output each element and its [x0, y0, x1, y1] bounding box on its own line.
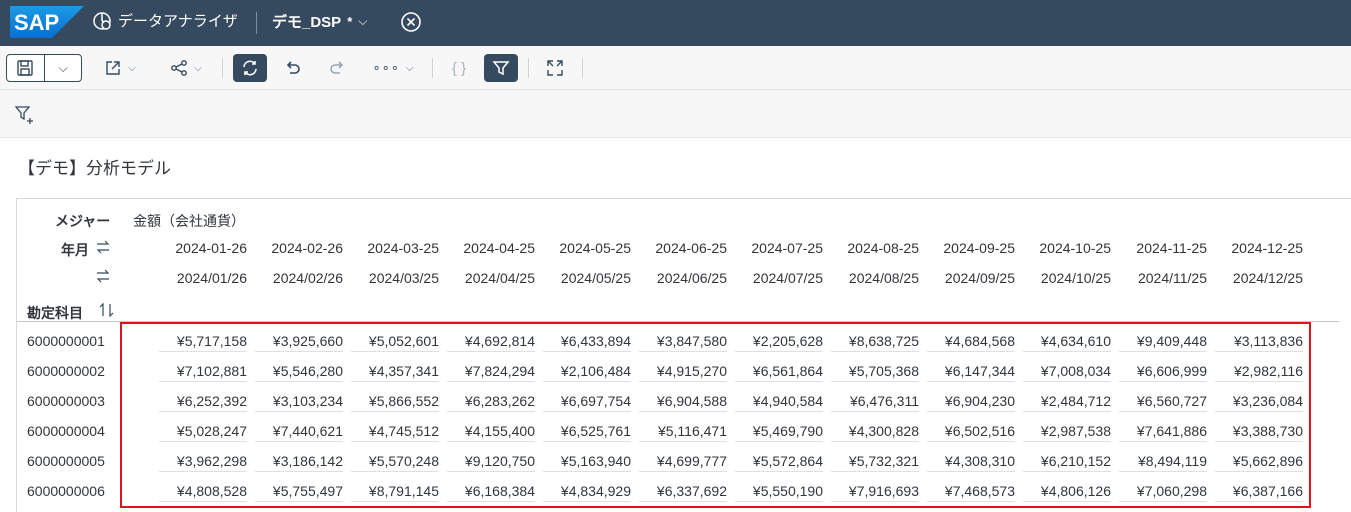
refresh-button[interactable] — [233, 54, 267, 82]
refresh-icon — [243, 60, 257, 76]
sap-logo-text: SAP — [14, 10, 59, 35]
shell-bar: SAP データアナライザ デモ_DSP * ⌵ — [0, 0, 1351, 46]
document-title-menu[interactable]: デモ_DSP * ⌵ — [272, 11, 367, 32]
chevron-down-icon: ⌵ — [194, 62, 202, 74]
row-account-label[interactable]: 6000000006 — [27, 483, 105, 499]
column-header-date[interactable]: 2024-09-25 — [919, 240, 1015, 256]
toolbar: ⌵ ⌵ ⌵ ∘∘∘ ⌵ { } — [0, 46, 1351, 90]
column-header-date-alt[interactable]: 2024/10/25 — [1015, 270, 1111, 286]
filter-button[interactable] — [484, 54, 518, 82]
modified-indicator: * — [347, 14, 353, 29]
measure-label: メジャー — [55, 213, 111, 229]
column-header-date[interactable]: 2024-05-25 — [535, 240, 631, 256]
column-header-date-alt[interactable]: 2024/12/25 — [1207, 270, 1303, 286]
row-account-label[interactable]: 6000000002 — [27, 363, 105, 379]
fullscreen-icon — [547, 60, 563, 76]
shell-divider — [256, 12, 257, 34]
more-icon: ∘∘∘ — [372, 60, 400, 75]
row-account-label[interactable]: 6000000005 — [27, 453, 105, 469]
column-header-date-alt[interactable]: 2024/11/25 — [1111, 270, 1207, 286]
save-icon — [17, 60, 34, 76]
undo-icon — [286, 61, 300, 74]
column-header-date-alt[interactable]: 2024/06/25 — [631, 270, 727, 286]
column-header-date[interactable]: 2024-11-25 — [1111, 240, 1207, 256]
document-title: デモ_DSP — [272, 14, 342, 31]
chevron-down-icon: ⌵ — [358, 14, 368, 28]
model-title: 【デモ】分析モデル — [18, 159, 171, 178]
sap-logo[interactable]: SAP — [10, 6, 84, 38]
close-icon[interactable] — [400, 11, 422, 33]
column-header-date-alt[interactable]: 2024/04/25 — [439, 270, 535, 286]
yearmonth-label: 年月 — [61, 242, 89, 258]
filter-icon — [492, 61, 510, 76]
selection-highlight — [120, 322, 1311, 508]
add-filter-icon[interactable] — [14, 104, 36, 126]
column-header-date[interactable]: 2024-01-26 — [151, 240, 247, 256]
save-button-group[interactable]: ⌵ — [6, 54, 82, 82]
filter-bar — [0, 90, 1351, 138]
redo-button[interactable] — [322, 54, 352, 82]
column-header-date[interactable]: 2024-07-25 — [727, 240, 823, 256]
column-header-date-alt[interactable]: 2024/02/26 — [247, 270, 343, 286]
column-header-date[interactable]: 2024-03-25 — [343, 240, 439, 256]
toolbar-divider — [582, 58, 583, 78]
column-header-date-alt[interactable]: 2024/03/25 — [343, 270, 439, 286]
app-switcher[interactable]: データアナライザ — [92, 10, 238, 31]
column-header-date-alt[interactable]: 2024/07/25 — [727, 270, 823, 286]
swap-icon[interactable] — [95, 240, 111, 254]
more-button[interactable]: ∘∘∘ ⌵ — [370, 54, 416, 82]
chevron-down-icon: ⌵ — [128, 62, 136, 74]
column-header-date-alt[interactable]: 2024/08/25 — [823, 270, 919, 286]
account-label: 勘定科目 — [27, 305, 83, 321]
toolbar-divider — [432, 58, 433, 78]
save-menu-button[interactable]: ⌵ — [43, 55, 81, 81]
column-header-date[interactable]: 2024-12-25 — [1207, 240, 1303, 256]
share-icon — [171, 60, 188, 76]
column-header-date[interactable]: 2024-02-26 — [247, 240, 343, 256]
formula-icon: { } — [451, 59, 467, 77]
row-account-label[interactable]: 6000000003 — [27, 393, 105, 409]
share-button[interactable]: ⌵ — [164, 54, 208, 82]
row-account-label[interactable]: 6000000001 — [27, 333, 105, 349]
undo-button[interactable] — [278, 54, 308, 82]
column-header-date[interactable]: 2024-04-25 — [439, 240, 535, 256]
column-header-date[interactable]: 2024-10-25 — [1015, 240, 1111, 256]
formula-button[interactable]: { } — [444, 54, 474, 82]
app-name: データアナライザ — [118, 13, 238, 30]
toolbar-divider — [222, 58, 223, 78]
data-analyzer-icon — [93, 11, 111, 30]
toolbar-divider — [528, 58, 529, 78]
measure-value: 金額（会社通貨） — [133, 213, 245, 229]
export-icon — [106, 61, 120, 75]
chevron-down-icon: ⌵ — [405, 62, 414, 74]
save-button[interactable] — [7, 55, 44, 81]
column-header-date-alt[interactable]: 2024/09/25 — [919, 270, 1015, 286]
column-header-date[interactable]: 2024-06-25 — [631, 240, 727, 256]
chevron-down-icon: ⌵ — [58, 60, 68, 75]
export-button[interactable]: ⌵ — [98, 54, 142, 82]
column-header-date-alt[interactable]: 2024/01/26 — [151, 270, 247, 286]
fullscreen-button[interactable] — [540, 54, 570, 82]
row-account-label[interactable]: 6000000004 — [27, 423, 105, 439]
column-header-date-alt[interactable]: 2024/05/25 — [535, 270, 631, 286]
column-header-date[interactable]: 2024-08-25 — [823, 240, 919, 256]
swap-icon[interactable] — [95, 269, 111, 283]
sort-icon[interactable] — [99, 303, 115, 317]
redo-icon — [330, 61, 344, 74]
